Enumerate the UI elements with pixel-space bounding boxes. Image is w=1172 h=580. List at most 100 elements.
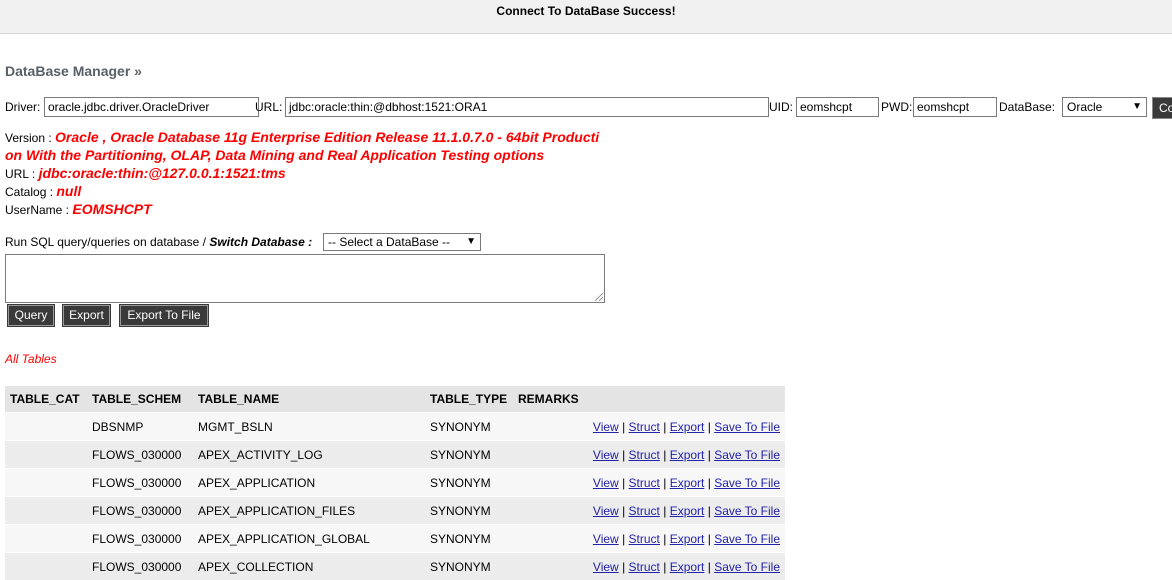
link-separator: |	[663, 448, 666, 462]
switch-database-label: Switch Database :	[209, 235, 312, 249]
row-actions: View | Struct | Export | Save To File	[584, 497, 785, 525]
table-schem-cell: FLOWS_030000	[87, 497, 193, 525]
url-input[interactable]: jdbc:oracle:thin:@dbhost:1521:ORA1	[285, 97, 769, 117]
row-actions: View | Struct | Export | Save To File	[584, 553, 785, 580]
table-cat-cell	[5, 525, 87, 553]
tables-list: TABLE_CAT TABLE_SCHEM TABLE_NAME TABLE_T…	[5, 386, 785, 580]
view-link[interactable]: View	[593, 560, 619, 574]
driver-label: Driver:	[5, 96, 40, 118]
database-select-value: Oracle	[1067, 100, 1102, 114]
table-type-cell: SYNONYM	[425, 497, 513, 525]
view-link[interactable]: View	[593, 532, 619, 546]
export-link[interactable]: Export	[670, 420, 705, 434]
table-schem-cell: DBSNMP	[87, 413, 193, 441]
column-header: TABLE_TYPE	[425, 386, 513, 413]
query-button[interactable]: Query	[8, 305, 54, 326]
database-label: DataBase:	[999, 96, 1055, 118]
dropdown-arrow-icon: ▼	[1132, 98, 1142, 116]
link-separator: |	[622, 476, 625, 490]
link-separator: |	[622, 504, 625, 518]
page-title: DataBase Manager »	[5, 63, 142, 79]
dropdown-arrow-icon: ▼	[466, 234, 476, 250]
url-info-label: URL :	[5, 167, 35, 181]
table-row: FLOWS_030000APEX_ACTIVITY_LOGSYNONYMView…	[5, 441, 785, 469]
row-actions: View | Struct | Export | Save To File	[584, 525, 785, 553]
sql-prompt: Run SQL query/queries on database / Swit…	[5, 233, 312, 251]
save-to-file-link[interactable]: Save To File	[714, 504, 780, 518]
export-to-file-button[interactable]: Export To File	[120, 305, 208, 326]
remarks-cell	[513, 469, 584, 497]
export-link[interactable]: Export	[670, 448, 705, 462]
save-to-file-link[interactable]: Save To File	[714, 532, 780, 546]
uid-input[interactable]: eomshcpt	[796, 97, 879, 117]
remarks-cell	[513, 525, 584, 553]
row-actions: View | Struct | Export | Save To File	[584, 413, 785, 441]
table-name-cell: APEX_ACTIVITY_LOG	[193, 441, 425, 469]
table-name-cell: APEX_APPLICATION_GLOBAL	[193, 525, 425, 553]
export-button[interactable]: Export	[63, 305, 110, 326]
table-cat-cell	[5, 469, 87, 497]
sql-query-textarea[interactable]	[5, 254, 605, 303]
table-type-cell: SYNONYM	[425, 553, 513, 580]
connect-button[interactable]: Co	[1152, 97, 1172, 119]
table-row: FLOWS_030000APEX_APPLICATION_GLOBALSYNON…	[5, 525, 785, 553]
column-header: TABLE_SCHEM	[87, 386, 193, 413]
view-link[interactable]: View	[593, 504, 619, 518]
version-label: Version :	[5, 131, 52, 145]
link-separator: |	[708, 420, 711, 434]
table-type-cell: SYNONYM	[425, 469, 513, 497]
export-link[interactable]: Export	[670, 560, 705, 574]
remarks-cell	[513, 413, 584, 441]
link-separator: |	[622, 448, 625, 462]
view-link[interactable]: View	[593, 420, 619, 434]
view-link[interactable]: View	[593, 476, 619, 490]
remarks-cell	[513, 441, 584, 469]
table-row: FLOWS_030000APEX_COLLECTIONSYNONYMView |…	[5, 553, 785, 580]
pwd-label: PWD:	[881, 96, 912, 118]
page-title-text: DataBase Manager	[5, 63, 130, 79]
table-cat-cell	[5, 441, 87, 469]
version-value: Oracle , Oracle Database 11g Enterprise …	[55, 129, 599, 145]
url-label: URL:	[255, 96, 282, 118]
table-row: FLOWS_030000APEX_APPLICATIONSYNONYMView …	[5, 469, 785, 497]
resize-grip-icon[interactable]	[595, 293, 603, 301]
struct-link[interactable]: Struct	[629, 532, 660, 546]
save-to-file-link[interactable]: Save To File	[714, 476, 780, 490]
struct-link[interactable]: Struct	[629, 448, 660, 462]
export-link[interactable]: Export	[670, 532, 705, 546]
column-header: REMARKS	[513, 386, 584, 413]
table-type-cell: SYNONYM	[425, 441, 513, 469]
save-to-file-link[interactable]: Save To File	[714, 448, 780, 462]
link-separator: |	[622, 420, 625, 434]
catalog-value: null	[56, 183, 81, 199]
struct-link[interactable]: Struct	[629, 420, 660, 434]
table-name-cell: APEX_APPLICATION	[193, 469, 425, 497]
save-to-file-link[interactable]: Save To File	[714, 420, 780, 434]
link-separator: |	[663, 560, 666, 574]
switch-database-value: -- Select a DataBase --	[328, 235, 450, 249]
version-value-continued: on With the Partitioning, OLAP, Data Min…	[5, 147, 544, 163]
struct-link[interactable]: Struct	[629, 504, 660, 518]
driver-input[interactable]: oracle.jdbc.driver.OracleDriver	[44, 97, 259, 117]
database-select[interactable]: Oracle ▼	[1062, 97, 1147, 117]
table-schem-cell: FLOWS_030000	[87, 469, 193, 497]
switch-database-select[interactable]: -- Select a DataBase -- ▼	[323, 233, 481, 251]
link-separator: |	[708, 504, 711, 518]
struct-link[interactable]: Struct	[629, 560, 660, 574]
export-link[interactable]: Export	[670, 476, 705, 490]
link-separator: |	[663, 504, 666, 518]
view-link[interactable]: View	[593, 448, 619, 462]
username-value: EOMSHCPT	[72, 201, 151, 217]
table-row: FLOWS_030000APEX_APPLICATION_FILESSYNONY…	[5, 497, 785, 525]
link-separator: |	[708, 560, 711, 574]
catalog-label: Catalog :	[5, 185, 53, 199]
save-to-file-link[interactable]: Save To File	[714, 560, 780, 574]
link-separator: |	[708, 476, 711, 490]
table-cat-cell	[5, 413, 87, 441]
struct-link[interactable]: Struct	[629, 476, 660, 490]
all-tables-heading: All Tables	[5, 352, 57, 366]
pwd-input[interactable]: eomshcpt	[913, 97, 997, 117]
table-schem-cell: FLOWS_030000	[87, 553, 193, 580]
table-header-row: TABLE_CAT TABLE_SCHEM TABLE_NAME TABLE_T…	[5, 386, 785, 413]
export-link[interactable]: Export	[670, 504, 705, 518]
